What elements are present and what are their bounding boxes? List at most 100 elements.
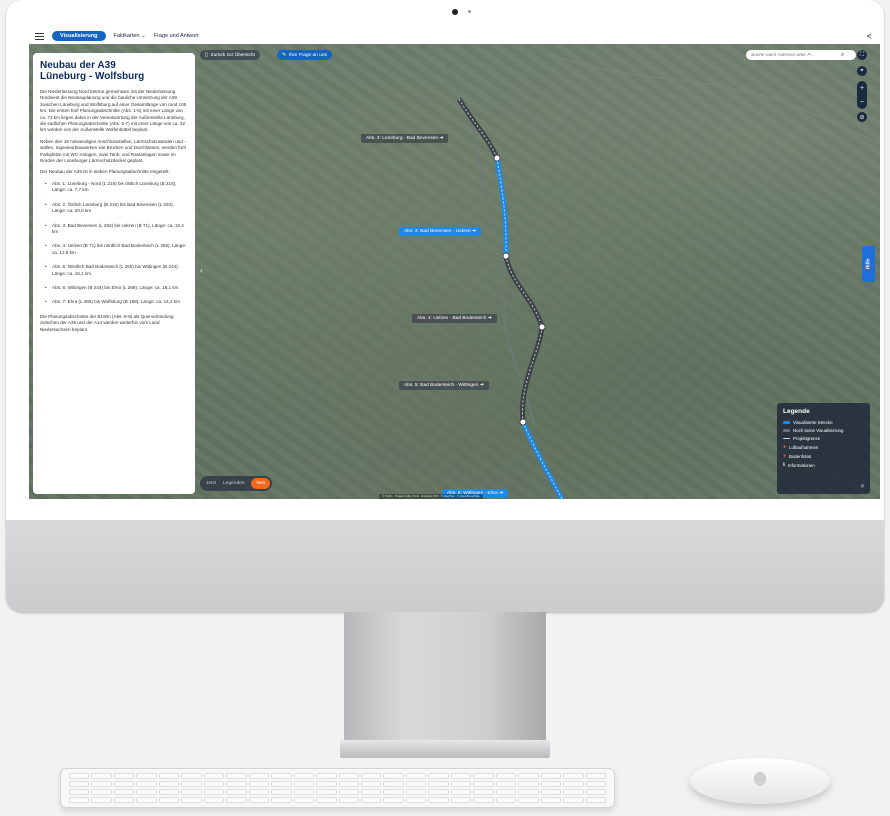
keyboard-key bbox=[158, 797, 180, 803]
monitor-stand bbox=[344, 612, 546, 752]
keyboard-key bbox=[181, 773, 202, 779]
list-item: Abs. 5: Nördlich Bad Bodenteich (L 265) … bbox=[45, 264, 188, 277]
keyboard-key bbox=[585, 773, 606, 779]
keyboard-key bbox=[113, 781, 135, 787]
apple-logo-icon bbox=[754, 772, 766, 786]
timeline-legends[interactable]: Legenden bbox=[223, 481, 244, 486]
back-to-overview-button[interactable]: ▯ Zurück zur Übersicht bbox=[200, 50, 260, 60]
keyboard-key bbox=[113, 797, 135, 803]
close-icon[interactable]: ✕ bbox=[860, 483, 865, 490]
legend-swatch-pending bbox=[783, 429, 790, 432]
keyboard-key bbox=[181, 797, 202, 803]
legend-item: ● Luftaufnahmen bbox=[783, 444, 864, 450]
chat-icon: ✎ bbox=[282, 52, 287, 58]
back-to-overview-label: Zurück zur Übersicht bbox=[210, 52, 255, 58]
keyboard-key bbox=[181, 781, 202, 787]
keyboard-key bbox=[495, 773, 517, 779]
legend-label: Projektgrenze bbox=[793, 436, 821, 441]
section-list: Abs. 1: Lüneburg - Nord (L 216) bis östl… bbox=[40, 181, 188, 306]
nav-faktkarten[interactable]: Faktkarten ⌄ bbox=[114, 33, 146, 39]
legend-label: Informationen bbox=[787, 462, 815, 468]
route-node bbox=[502, 252, 510, 260]
segment-label-abs2[interactable]: Abs. 2: Lüneburg - Bad Bevensen ➔ bbox=[361, 134, 449, 143]
search-input[interactable] bbox=[751, 52, 841, 58]
keyboard-key bbox=[383, 789, 404, 795]
keyboard-key bbox=[585, 789, 606, 795]
help-tab[interactable]: Hilfe bbox=[862, 246, 875, 282]
legend-label: Luftaufnahmen bbox=[789, 444, 819, 450]
keyboard-key bbox=[428, 789, 449, 795]
info-sidebar: Neubau der A39 Lüneburg - Wolfsburg Die … bbox=[33, 53, 195, 494]
keyboard-key bbox=[113, 789, 135, 795]
keyboard-key bbox=[360, 797, 382, 803]
legend-item: Noch keine Visualisierung bbox=[783, 428, 864, 433]
ask-question-button[interactable]: ✎ Ihre Frage an uns bbox=[277, 50, 332, 60]
info-icon: ℹ bbox=[783, 462, 785, 468]
map-icon: ▯ bbox=[205, 52, 208, 58]
legend-item: ℹ Informationen bbox=[783, 462, 864, 468]
keyboard-key bbox=[203, 781, 225, 787]
keyboard-key bbox=[271, 773, 292, 779]
keyboard-key bbox=[158, 773, 180, 779]
legend-swatch-visualised bbox=[783, 421, 790, 424]
timeline-switch: Jetzt Legenden Neu bbox=[200, 476, 273, 491]
keyboard-key bbox=[473, 781, 494, 787]
zoom-in-icon[interactable]: + bbox=[860, 85, 864, 92]
keyboard-key bbox=[271, 797, 292, 803]
keyboard-key bbox=[428, 773, 449, 779]
share-icon[interactable]: ⋞ bbox=[866, 32, 872, 40]
nav-frage-und-antwort[interactable]: Frage und Antwort bbox=[154, 33, 199, 39]
keyboard-key bbox=[203, 797, 225, 803]
timeline-new[interactable]: Neu bbox=[251, 478, 271, 489]
keyboard-key bbox=[316, 789, 337, 795]
legend-item: ● Bodenfotos bbox=[783, 453, 864, 459]
ask-question-label: Ihre Frage an uns bbox=[289, 52, 327, 58]
keyboard-key bbox=[91, 773, 112, 779]
keyboard-key bbox=[450, 773, 472, 779]
monitor-chin bbox=[6, 520, 884, 612]
list-item: Abs. 7: Ehra (L 289) bis Wolfsburg (B 18… bbox=[45, 299, 188, 306]
fullscreen-icon[interactable]: ⛶ bbox=[857, 50, 867, 60]
keyboard-key bbox=[248, 781, 270, 787]
keyboard-key bbox=[69, 781, 90, 787]
menu-icon[interactable] bbox=[35, 32, 44, 40]
keyboard-key bbox=[360, 789, 382, 795]
keyboard-key bbox=[248, 797, 270, 803]
keyboard-key bbox=[450, 789, 472, 795]
keyboard-key bbox=[450, 797, 472, 803]
segment-label-abs3[interactable]: Abs. 3: Bad Bevensen - Uelzen ➔ bbox=[399, 227, 482, 236]
list-item: Abs. 4: Uelzen (B 71) bis nördlich Bad B… bbox=[45, 243, 188, 256]
keyboard-key bbox=[338, 773, 359, 779]
search-icon[interactable]: ⌕ bbox=[841, 52, 844, 59]
locate-icon[interactable]: ⌖ bbox=[857, 66, 867, 76]
keyboard-key bbox=[405, 789, 427, 795]
keyboard-key bbox=[518, 789, 539, 795]
collapse-sidebar-icon[interactable]: ‹ bbox=[200, 266, 203, 275]
keyboard-key bbox=[293, 773, 315, 779]
keyboard-key bbox=[91, 789, 112, 795]
help-tab-label: Hilfe bbox=[865, 258, 872, 270]
keyboard-key bbox=[316, 781, 337, 787]
sidebar-paragraph: Neben den 18 notwendigen Anschlussstelle… bbox=[40, 138, 186, 164]
keyboard-key bbox=[495, 789, 517, 795]
search-box[interactable]: ⌕ bbox=[746, 50, 856, 60]
zoom-control: + − bbox=[857, 81, 867, 109]
keyboard-key bbox=[226, 789, 247, 795]
keyboard-key bbox=[69, 773, 90, 779]
segment-label-abs5[interactable]: Abs. 5: Bad Bodenteich - Wittingen ➔ bbox=[399, 381, 489, 390]
keyboard-key bbox=[405, 773, 427, 779]
measure-icon[interactable]: ⊘ bbox=[857, 112, 867, 122]
keyboard-key bbox=[338, 789, 359, 795]
keyboard-key bbox=[540, 797, 562, 803]
nav-visualisierung[interactable]: Visualisierung bbox=[52, 31, 106, 41]
keyboard-key bbox=[585, 781, 606, 787]
keyboard-key bbox=[450, 781, 472, 787]
timeline-now[interactable]: Jetzt bbox=[206, 481, 216, 486]
keyboard-key bbox=[248, 773, 270, 779]
route-abs4 bbox=[503, 255, 545, 328]
zoom-out-icon[interactable]: − bbox=[860, 99, 864, 106]
sidebar-paragraph: Die Niederlassung Nord betreut gemeinsam… bbox=[40, 89, 187, 133]
keyboard-key bbox=[136, 773, 157, 779]
keyboard-key bbox=[360, 781, 382, 787]
segment-label-abs4[interactable]: Abs. 4: Uelzen - Bad Bodenteich ➔ bbox=[412, 314, 497, 323]
